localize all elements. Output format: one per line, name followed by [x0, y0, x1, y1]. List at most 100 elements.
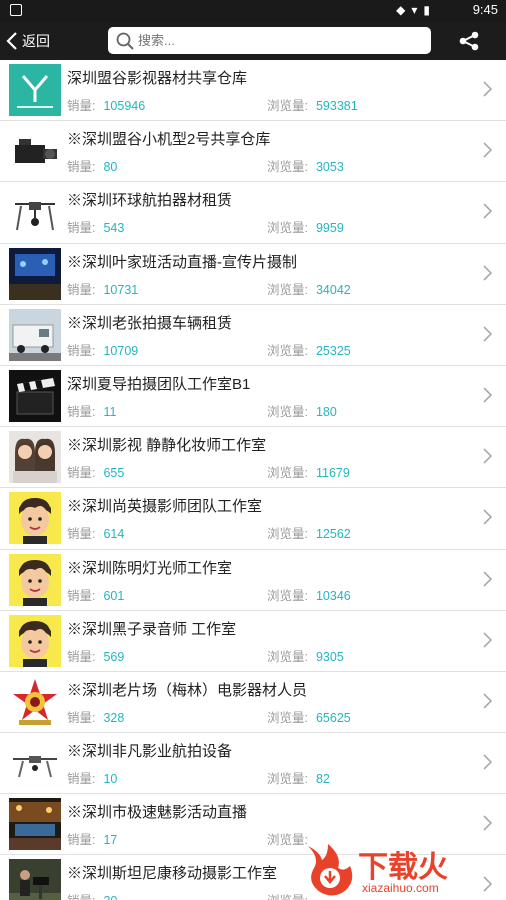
item-title: ※深圳尚英摄影师团队工作室 — [67, 498, 263, 516]
item-views: 浏览量: 593381 — [267, 95, 358, 114]
studio-list: 深圳盟谷影视器材共享仓库 销量: 105946 浏览量: 593381 ※深圳盟谷小机型2… — [0, 60, 506, 900]
views-label: 浏览量: — [267, 99, 308, 113]
views-value: 9959 — [315, 221, 344, 236]
sales-value: 543 — [103, 221, 125, 236]
item-title: ※深圳影视 静静化妆师工作室 — [67, 437, 267, 455]
item-sales: 销量: 30 — [67, 890, 117, 900]
sales-label: 销量: — [67, 833, 96, 848]
views-label: 浏览量: — [267, 221, 308, 236]
sales-value: 10731 — [103, 282, 139, 297]
item-views: 浏览量: 12562 — [267, 523, 351, 542]
list-item[interactable]: ※深圳叶家班活动直播-宣传片摄制 销量: 10731 浏览量: 34042 — [0, 243, 506, 305]
item-thumbnail — [9, 737, 61, 790]
sales-label: 销量: — [67, 282, 96, 297]
item-sales: 销量: 543 — [67, 217, 124, 236]
item-views: 浏览量: 9959 — [267, 217, 344, 236]
item-title: ※深圳老片场（梅林）电影器材人员 — [67, 681, 308, 699]
sales-label: 销量: — [67, 710, 96, 725]
item-views: 浏览量: 11679 — [267, 462, 350, 481]
item-views: 浏览量: 180 — [267, 401, 337, 420]
views-value: 82 — [315, 772, 330, 787]
list-item[interactable]: ※深圳非凡影业航拍设备 销量: 10 浏览量: 82 — [0, 733, 506, 795]
views-label: 浏览量: — [267, 588, 308, 603]
item-title: ※深圳黑子录音师 工作室 — [67, 620, 237, 638]
sales-label: 销量: — [67, 160, 96, 175]
views-label: 浏览量: — [267, 160, 308, 175]
sales-value: 328 — [103, 710, 125, 725]
share-icon[interactable] — [458, 31, 480, 51]
chevron-right-icon — [483, 509, 492, 525]
item-title: ※深圳老张拍摄车辆租赁 — [67, 314, 233, 332]
item-title: ※深圳市极速魅影活动直播 — [67, 804, 248, 822]
item-sales: 销量: 10 — [67, 768, 117, 787]
search-box[interactable] — [108, 27, 431, 54]
search-input[interactable] — [138, 33, 408, 48]
back-label: 返回 — [22, 33, 50, 49]
chevron-right-icon — [483, 693, 492, 709]
sales-value: 17 — [103, 833, 118, 848]
list-item[interactable]: ※深圳黑子录音师 工作室 销量: 569 浏览量: 9305 — [0, 610, 506, 672]
watermark-text: 下载火 — [358, 850, 448, 885]
sales-value: 80 — [103, 160, 118, 175]
views-value: 9305 — [315, 649, 344, 664]
sales-value: 10 — [103, 772, 118, 787]
item-thumbnail — [9, 247, 61, 300]
item-sales: 销量: 11 — [67, 401, 116, 420]
item-title: ※深圳非凡影业航拍设备 — [67, 743, 233, 761]
item-sales: 销量: 10709 — [67, 340, 138, 359]
item-sales: 销量: 614 — [67, 523, 124, 542]
sales-label: 销量: — [67, 527, 96, 542]
chevron-right-icon — [483, 448, 492, 464]
item-thumbnail — [9, 859, 61, 900]
item-title: ※深圳叶家班活动直播-宣传片摄制 — [67, 253, 297, 271]
search-icon — [116, 32, 134, 50]
list-item[interactable]: ※深圳老片场（梅林）电影器材人员 销量: 328 浏览量: 65625 — [0, 671, 506, 734]
list-item[interactable]: ※深圳老张拍摄车辆租赁 销量: 10709 浏览量: 25325 — [0, 304, 506, 366]
sales-value: 614 — [103, 527, 125, 542]
views-label: 浏览量: — [267, 772, 308, 787]
views-label: 浏览量: — [267, 282, 308, 297]
chevron-left-icon — [6, 32, 17, 50]
list-item[interactable]: 深圳夏导拍摄团队工作室B1 销量: 11 浏览量: 180 — [0, 365, 506, 428]
watermark-url: xiazaihuo.com — [362, 881, 439, 895]
item-sales: 销量: 10731 — [67, 279, 138, 298]
sales-value: 105946 — [103, 99, 146, 113]
list-item[interactable]: ※深圳环球航拍器材租赁 销量: 543 浏览量: 9959 — [0, 182, 506, 244]
list-item[interactable]: ※深圳影视 静静化妆师工作室 销量: 655 浏览量: 11679 — [0, 427, 506, 489]
item-title: ※深圳陈明灯光师工作室 — [67, 559, 233, 577]
sales-label: 销量: — [67, 894, 95, 900]
list-item[interactable]: ※深圳陈明灯光师工作室 销量: 601 浏览量: 10346 — [0, 549, 506, 611]
item-title: 深圳夏导拍摄团队工作室B1 — [67, 375, 251, 393]
item-title: ※深圳环球航拍器材租赁 — [67, 192, 233, 210]
chevron-right-icon — [483, 142, 492, 158]
sales-label: 销量: — [67, 404, 96, 419]
sales-label: 销量: — [67, 343, 96, 358]
sales-label: 销量: — [67, 772, 96, 787]
item-thumbnail — [9, 125, 61, 178]
views-value: 12562 — [315, 527, 351, 542]
chevron-right-icon — [483, 754, 492, 770]
item-sales: 销量: 569 — [67, 646, 124, 665]
item-thumbnail — [9, 798, 61, 851]
sales-label: 销量: — [67, 221, 96, 236]
list-item[interactable]: ※深圳尚英摄影师团队工作室 销量: 614 浏览量: 12562 — [0, 488, 506, 550]
views-value: 10346 — [315, 588, 351, 603]
chevron-right-icon — [483, 81, 492, 97]
views-label: 浏览量: — [267, 466, 308, 481]
item-sales: 销量: 601 — [67, 585, 124, 604]
sales-label: 销量: — [67, 649, 96, 664]
views-label: 浏览量: — [267, 649, 308, 664]
watermark: 下载火 xiazaihuo.com — [298, 838, 506, 900]
item-title: ※深圳盟谷小机型2号共享仓库 — [67, 131, 271, 149]
sales-label: 销量: — [67, 466, 96, 481]
back-button[interactable]: 返回 — [6, 28, 50, 54]
list-item[interactable]: 深圳盟谷影视器材共享仓库 销量: 105946 浏览量: 593381 — [0, 60, 506, 122]
item-views: 浏览量: 10346 — [267, 585, 351, 604]
item-views: 浏览量: 3053 — [267, 156, 344, 175]
list-item[interactable]: ※深圳盟谷小机型2号共享仓库 销量: 80 浏览量: 3053 — [0, 121, 506, 183]
item-title: 深圳盟谷影视器材共享仓库 — [67, 70, 248, 87]
views-label: 浏览量: — [267, 343, 308, 358]
item-thumbnail — [9, 431, 61, 484]
flame-logo-icon — [308, 844, 353, 896]
item-sales: 销量: 328 — [67, 707, 124, 726]
